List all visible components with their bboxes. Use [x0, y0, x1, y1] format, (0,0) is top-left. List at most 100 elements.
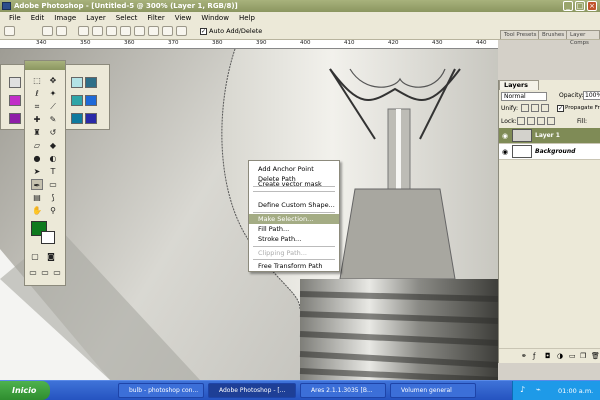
eyedropper-tool-icon[interactable]: ⟆	[47, 192, 59, 203]
path-selection-tool-icon[interactable]: ➤	[31, 166, 43, 177]
propagate-frame-checkbox[interactable]: ✓	[557, 105, 564, 112]
taskbar-item-photoshop[interactable]: Adobe Photoshop - [...	[208, 383, 296, 398]
unify-position-icon[interactable]	[521, 104, 529, 112]
link-layers-icon[interactable]: ⚭	[521, 352, 527, 360]
swatch[interactable]	[9, 95, 21, 106]
menu-item-create-vector-mask[interactable]: Create vector mask	[249, 179, 339, 189]
start-button[interactable]: Inicio	[0, 381, 50, 400]
tab-layers[interactable]: Layers	[499, 80, 539, 90]
network-icon[interactable]: ⌁	[536, 385, 541, 394]
quick-mask-icon[interactable]: ◙	[45, 251, 57, 262]
pen-tool-icon[interactable]: ✒	[31, 179, 43, 190]
magic-wand-tool-icon[interactable]: ✦	[47, 88, 59, 99]
blend-mode-select[interactable]: Normal	[501, 92, 547, 101]
screen-mode-full-icon[interactable]: ▭	[51, 267, 63, 278]
lock-transparency-icon[interactable]	[517, 117, 525, 125]
paths-mode-icon[interactable]	[56, 26, 67, 36]
trash-icon[interactable]: 🗑	[591, 352, 600, 360]
toolbox-title-bar[interactable]	[25, 61, 65, 70]
polygon-icon[interactable]	[148, 26, 159, 36]
tab-layer-comps[interactable]: Layer Comps	[566, 30, 600, 46]
type-tool-icon[interactable]: T	[47, 166, 59, 177]
pen-tool-preset-icon[interactable]	[4, 26, 15, 36]
shape-tool-icon[interactable]: ▭	[47, 179, 59, 190]
layer-row-background[interactable]: ◉ Background	[499, 144, 600, 160]
lock-all-icon[interactable]	[547, 117, 555, 125]
eye-icon[interactable]: ◉	[502, 132, 510, 140]
layer-mask-icon[interactable]: ◘	[545, 352, 551, 360]
zoom-tool-icon[interactable]: ⚲	[47, 205, 59, 216]
screen-mode-standard-icon[interactable]: ▭	[27, 267, 39, 278]
menu-select[interactable]: Select	[111, 14, 143, 22]
screen-mode-menu-icon[interactable]: ▭	[39, 267, 51, 278]
swatch[interactable]	[9, 113, 21, 124]
slice-tool-icon[interactable]: ⟋	[47, 101, 59, 112]
shape-layers-icon[interactable]	[42, 26, 53, 36]
rounded-rectangle-icon[interactable]	[120, 26, 131, 36]
lock-position-icon[interactable]	[537, 117, 545, 125]
taskbar-item-photoshop-browser[interactable]: bulb - photoshop con...	[118, 383, 204, 398]
menu-item-fill-path[interactable]: Fill Path...	[249, 224, 339, 234]
layer-row-layer-1[interactable]: ◉ Layer 1	[499, 128, 600, 144]
swatch[interactable]	[85, 77, 97, 88]
marquee-tool-icon[interactable]: ⬚	[31, 75, 43, 86]
menu-item-define-custom-shape[interactable]: Define Custom Shape...	[249, 200, 339, 210]
opacity-field[interactable]: 100%	[583, 91, 600, 100]
close-button[interactable]: ×	[587, 1, 597, 11]
tab-tool-presets[interactable]: Tool Presets	[500, 30, 541, 39]
unify-visibility-icon[interactable]	[531, 104, 539, 112]
lasso-tool-icon[interactable]: ℓ	[31, 88, 43, 99]
auto-add-delete-checkbox[interactable]: ✓	[200, 28, 207, 35]
freeform-pen-icon[interactable]	[92, 26, 103, 36]
hand-tool-icon[interactable]: ✋	[31, 205, 43, 216]
menu-item-stroke-path[interactable]: Stroke Path...	[249, 234, 339, 244]
menu-item-free-transform-path[interactable]: Free Transform Path	[249, 261, 339, 271]
adjustment-layer-icon[interactable]: ◑	[557, 352, 563, 360]
menu-edit[interactable]: Edit	[26, 14, 50, 22]
swatch[interactable]	[85, 113, 97, 124]
unify-style-icon[interactable]	[541, 104, 549, 112]
menu-help[interactable]: Help	[234, 14, 260, 22]
dodge-tool-icon[interactable]: ◐	[47, 153, 59, 164]
lock-pixels-icon[interactable]	[527, 117, 535, 125]
menu-item-add-anchor-point[interactable]: Add Anchor Point	[249, 164, 339, 174]
pen-icon[interactable]	[78, 26, 89, 36]
rectangle-icon[interactable]	[106, 26, 117, 36]
taskbar-item-volume[interactable]: Volumen general	[390, 383, 476, 398]
menu-item-make-selection[interactable]: Make Selection...	[249, 214, 339, 224]
menu-layer[interactable]: Layer	[81, 14, 111, 22]
menu-window[interactable]: Window	[196, 14, 234, 22]
move-tool-icon[interactable]: ✥	[47, 75, 59, 86]
history-brush-tool-icon[interactable]: ↺	[47, 127, 59, 138]
background-color-swatch[interactable]	[41, 231, 55, 244]
paint-bucket-tool-icon[interactable]: ◆	[47, 140, 59, 151]
taskbar-item-ares[interactable]: Ares 2.1.1.3035 [B...	[300, 383, 386, 398]
swatch[interactable]	[71, 113, 83, 124]
swatch[interactable]	[9, 77, 21, 88]
minimize-button[interactable]: _	[563, 1, 573, 11]
brush-tool-icon[interactable]: ✎	[47, 114, 59, 125]
speaker-icon[interactable]: ♪	[520, 385, 525, 394]
menu-image[interactable]: Image	[49, 14, 81, 22]
swatch[interactable]	[71, 77, 83, 88]
layer-style-icon[interactable]: ƒ	[533, 352, 535, 360]
menu-filter[interactable]: Filter	[142, 14, 169, 22]
clone-stamp-tool-icon[interactable]: ♜	[31, 127, 43, 138]
menu-file[interactable]: File	[4, 14, 26, 22]
swatch[interactable]	[85, 95, 97, 106]
blur-tool-icon[interactable]: ●	[31, 153, 43, 164]
eye-icon[interactable]: ◉	[502, 148, 510, 156]
eraser-tool-icon[interactable]: ▱	[31, 140, 43, 151]
crop-tool-icon[interactable]: ⌗	[31, 101, 43, 112]
tab-brushes[interactable]: Brushes	[538, 30, 569, 39]
healing-brush-tool-icon[interactable]: ✚	[31, 114, 43, 125]
menu-view[interactable]: View	[170, 14, 197, 22]
notes-tool-icon[interactable]: ▤	[31, 192, 43, 203]
new-layer-icon[interactable]: ❐	[580, 352, 586, 360]
ellipse-icon[interactable]	[134, 26, 145, 36]
swatch[interactable]	[71, 95, 83, 106]
line-icon[interactable]	[162, 26, 173, 36]
custom-shape-icon[interactable]	[176, 26, 187, 36]
standard-mode-icon[interactable]: ▢	[29, 251, 41, 262]
new-group-icon[interactable]: ▭	[569, 352, 576, 360]
